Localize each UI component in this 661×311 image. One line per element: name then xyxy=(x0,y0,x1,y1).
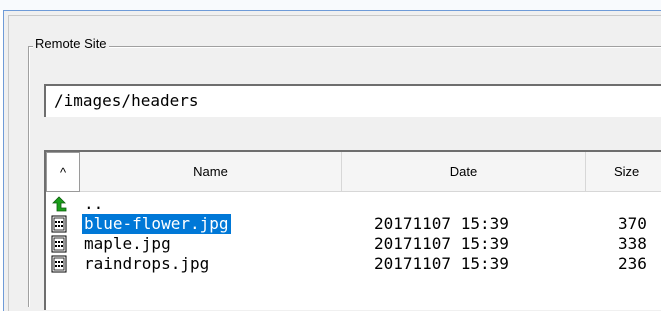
file-row[interactable]: blue-flower.jpg 20171107 15:39 370 xyxy=(46,214,661,234)
remote-file-list[interactable]: ^ Name Date Size .. blue-flower.jpg 2017… xyxy=(44,150,661,310)
sort-toggle-button[interactable]: ^ xyxy=(46,152,80,192)
file-name: blue-flower.jpg xyxy=(82,214,231,234)
file-size: 370 xyxy=(618,214,647,233)
remote-site-title: Remote Site xyxy=(33,36,109,52)
file-date: 20171107 15:39 xyxy=(374,214,509,233)
remote-path-input[interactable]: /images/headers xyxy=(44,84,661,117)
title-bar-strip xyxy=(0,0,661,10)
file-list-header: ^ Name Date Size xyxy=(46,152,661,192)
up-arrow-icon xyxy=(50,195,68,213)
file-size: 338 xyxy=(618,234,647,253)
file-row[interactable]: maple.jpg 20171107 15:39 338 xyxy=(46,234,661,254)
parent-directory-row[interactable]: .. xyxy=(46,194,661,214)
remote-path-text[interactable]: /images/headers xyxy=(54,91,199,110)
file-name: raindrops.jpg xyxy=(84,254,210,273)
file-date: 20171107 15:39 xyxy=(374,254,509,273)
image-file-icon xyxy=(50,215,68,233)
column-header-size[interactable]: Size xyxy=(586,152,661,192)
image-file-icon xyxy=(50,235,68,253)
column-header-name[interactable]: Name xyxy=(80,152,342,192)
column-header-date[interactable]: Date xyxy=(342,152,586,192)
file-name: maple.jpg xyxy=(84,234,171,253)
file-date: 20171107 15:39 xyxy=(374,234,509,253)
file-row[interactable]: raindrops.jpg 20171107 15:39 236 xyxy=(46,254,661,274)
parent-directory-label: .. xyxy=(84,194,104,213)
image-file-icon xyxy=(50,255,68,273)
file-size: 236 xyxy=(618,254,647,273)
